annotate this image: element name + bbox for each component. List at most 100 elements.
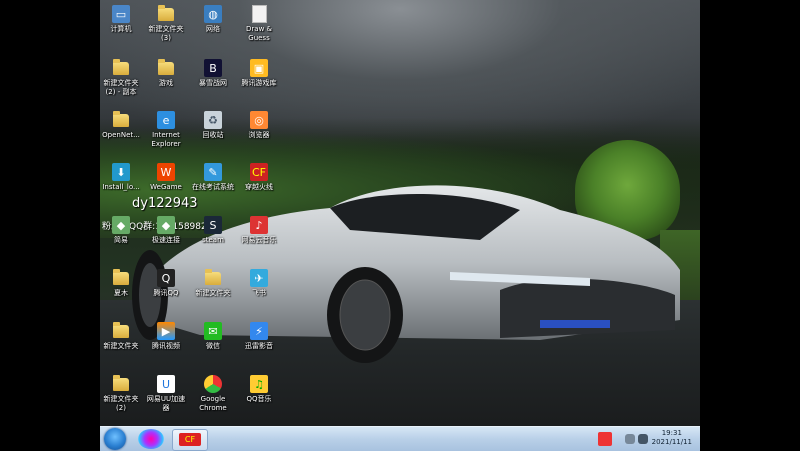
- clock-time: 19:31: [661, 429, 682, 437]
- xunlei-icon: ⚡: [250, 322, 268, 340]
- desktop-icon-recycle[interactable]: ♻ 回收站: [188, 111, 238, 140]
- desktop-icon-label: 网易UU加速 器: [146, 395, 186, 412]
- desktop-icon-label: WeGame: [150, 183, 182, 191]
- desktop-icon-new-folder-2[interactable]: 新建文件夹 (2): [96, 374, 146, 413]
- desktop-icon-netease-music[interactable]: ♪ 网易云音乐: [234, 216, 284, 245]
- desktop-icon-label: 新建文件夹 (2) - 副本: [103, 79, 139, 96]
- desktop-icon-exam[interactable]: ✎ 在线考试系统: [188, 163, 238, 192]
- tray-clock[interactable]: 19:31 2021/11/11: [652, 429, 692, 447]
- desktop-icon-wegame[interactable]: W WeGame: [141, 163, 191, 192]
- desktop-icon-install[interactable]: ⬇ Install_lo...: [96, 163, 146, 192]
- desktop-icon-draw-guess[interactable]: Draw & Guess: [234, 5, 284, 43]
- qq-music-icon: ♫: [250, 375, 268, 393]
- desktop-icon-label: Draw & Guess: [246, 25, 272, 42]
- clock-date: 2021/11/11: [651, 438, 692, 446]
- desktop-icon-label: 极速连接: [152, 236, 180, 244]
- desktop-icon-label: 腾讯视频: [152, 342, 180, 350]
- desktop-icon-opennet[interactable]: OpenNet...: [96, 110, 146, 140]
- qq-icon: Q: [157, 269, 175, 287]
- desktop-icon-uu[interactable]: U 网易UU加速 器: [141, 375, 191, 413]
- uu-accelerator-icon: U: [157, 375, 175, 393]
- app-icon: ◆: [157, 216, 175, 234]
- crossfire-taskbar-button[interactable]: CF: [172, 429, 208, 451]
- colorful-app-icon[interactable]: [138, 429, 164, 449]
- app-icon: ◆: [112, 216, 130, 234]
- network-tray-icon[interactable]: [638, 434, 648, 444]
- desktop-icon-cf[interactable]: CF 穿越火线: [234, 163, 284, 192]
- desktop-icon-label: 新建文件夹 (3): [148, 25, 184, 42]
- folder-icon: [157, 4, 175, 23]
- folder-icon: [112, 374, 130, 393]
- desktop-icon-label: Internet Explorer: [151, 131, 181, 148]
- tencent-gamelib-icon: ▣: [250, 59, 268, 77]
- desktop-icon-new-folder-b[interactable]: 新建文件夹: [96, 321, 146, 351]
- desktop-icon-qqmusic[interactable]: ♫ QQ音乐: [234, 375, 284, 404]
- wegame-icon: W: [157, 163, 175, 181]
- netease-music-icon: ♪: [250, 216, 268, 234]
- desktop-icon-label: 迅雷影音: [245, 342, 273, 350]
- stream-id-overlay: dy122943: [132, 196, 198, 211]
- folder-icon: [157, 58, 175, 77]
- desktop-icon-label: 在线考试系统: [192, 183, 234, 191]
- desktop-icon-label: 新建文件夹 (2): [103, 395, 139, 412]
- start-orb-icon[interactable]: [104, 428, 126, 450]
- chrome-icon: [204, 375, 222, 393]
- desktop-icon-tencent-video[interactable]: ▶ 腾讯视频: [141, 322, 191, 351]
- exam-system-icon: ✎: [204, 163, 222, 181]
- steam-icon: S: [204, 216, 222, 234]
- desktop-icon-label: OpenNet...: [102, 131, 140, 139]
- desktop-icon-label: 腾讯游戏库: [241, 79, 277, 87]
- desktop-icon-computer[interactable]: ▭ 计算机: [96, 5, 146, 34]
- desktop-icon-folder-x[interactable]: 夏木: [96, 268, 146, 298]
- desktop-icon-label: 飞书: [252, 289, 266, 297]
- battlenet-icon: B: [204, 59, 222, 77]
- desktop-icon-tencent-game-lib[interactable]: ▣ 腾讯游戏库: [234, 59, 284, 88]
- folder-icon: [112, 58, 130, 77]
- folder-icon: [112, 110, 130, 129]
- desktop-icon-browser[interactable]: ◎ 浏览器: [234, 111, 284, 140]
- folder-icon: [204, 268, 222, 287]
- desktop-icon-xunlei[interactable]: ⚡ 迅雷影音: [234, 322, 284, 351]
- taskbar: CF 19:31 2021/11/11: [100, 426, 700, 451]
- desktop-icon-label: 暴雪战网: [199, 79, 227, 87]
- desktop-icon-shortcut-a[interactable]: ◆ 简易: [96, 216, 146, 245]
- desktop-icon-feishu[interactable]: ✈ 飞书: [234, 269, 284, 298]
- desktop-icon-chrome[interactable]: Google Chrome: [188, 375, 238, 413]
- wechat-icon: ✉: [204, 322, 222, 340]
- desktop-icon-label: 浏览器: [248, 131, 270, 139]
- desktop-icon-label: 网易云音乐: [241, 236, 277, 244]
- crossfire-icon: CF: [179, 433, 201, 446]
- desktop-icon-label: 回收站: [202, 131, 224, 139]
- desktop-icon-label: 游戏: [159, 79, 173, 87]
- desktop-icon-steam[interactable]: Ssteam: [188, 216, 238, 245]
- folder-icon: [112, 268, 130, 287]
- tray-arrow-icon[interactable]: [625, 434, 635, 444]
- desktop-icon-label: steam: [202, 236, 224, 244]
- desktop-icon-new-folder[interactable]: 新建文件夹: [188, 268, 238, 298]
- desktop-icon-label: QQ音乐: [246, 395, 272, 403]
- desktop-icon-battle-net[interactable]: B 暴雪战网: [188, 59, 238, 88]
- desktop-icon-new-folder-2-copy[interactable]: 新建文件夹 (2) - 副本: [96, 58, 146, 97]
- recycle-bin-icon: ♻: [204, 111, 222, 129]
- tencent-video-icon: ▶: [157, 322, 175, 340]
- desktop-icon-label: 穿越火线: [245, 183, 273, 191]
- folder-icon: [112, 321, 130, 340]
- desktop-icon-label: 微信: [206, 342, 220, 350]
- desktop-icon-shortcut-b[interactable]: ◆ 极速连接: [141, 216, 191, 245]
- crossfire-icon: CF: [250, 163, 268, 181]
- feishu-icon: ✈: [250, 269, 268, 287]
- browser-icon: ◎: [250, 111, 268, 129]
- desktop-icon-network[interactable]: ◍ 网络: [188, 5, 238, 34]
- desktop-icon-label: Google Chrome: [199, 395, 227, 412]
- sogou-input-icon[interactable]: [598, 432, 612, 446]
- desktop-icon-label: 腾讯QQ: [153, 289, 179, 297]
- desktop-icon-label: 新建文件夹: [103, 342, 139, 350]
- game-shortcut-icon: [250, 5, 268, 23]
- desktop-icon-ie[interactable]: e Internet Explorer: [141, 111, 191, 149]
- desktop-icon-new-folder-3[interactable]: 新建文件夹 (3): [141, 4, 191, 43]
- desktop-icon-qq[interactable]: Q 腾讯QQ: [141, 269, 191, 298]
- desktop-icon-label: 网络: [206, 25, 220, 33]
- desktop-icon-games[interactable]: 游戏: [141, 58, 191, 88]
- internet-explorer-icon: e: [157, 111, 175, 129]
- desktop-icon-wechat[interactable]: ✉ 微信: [188, 322, 238, 351]
